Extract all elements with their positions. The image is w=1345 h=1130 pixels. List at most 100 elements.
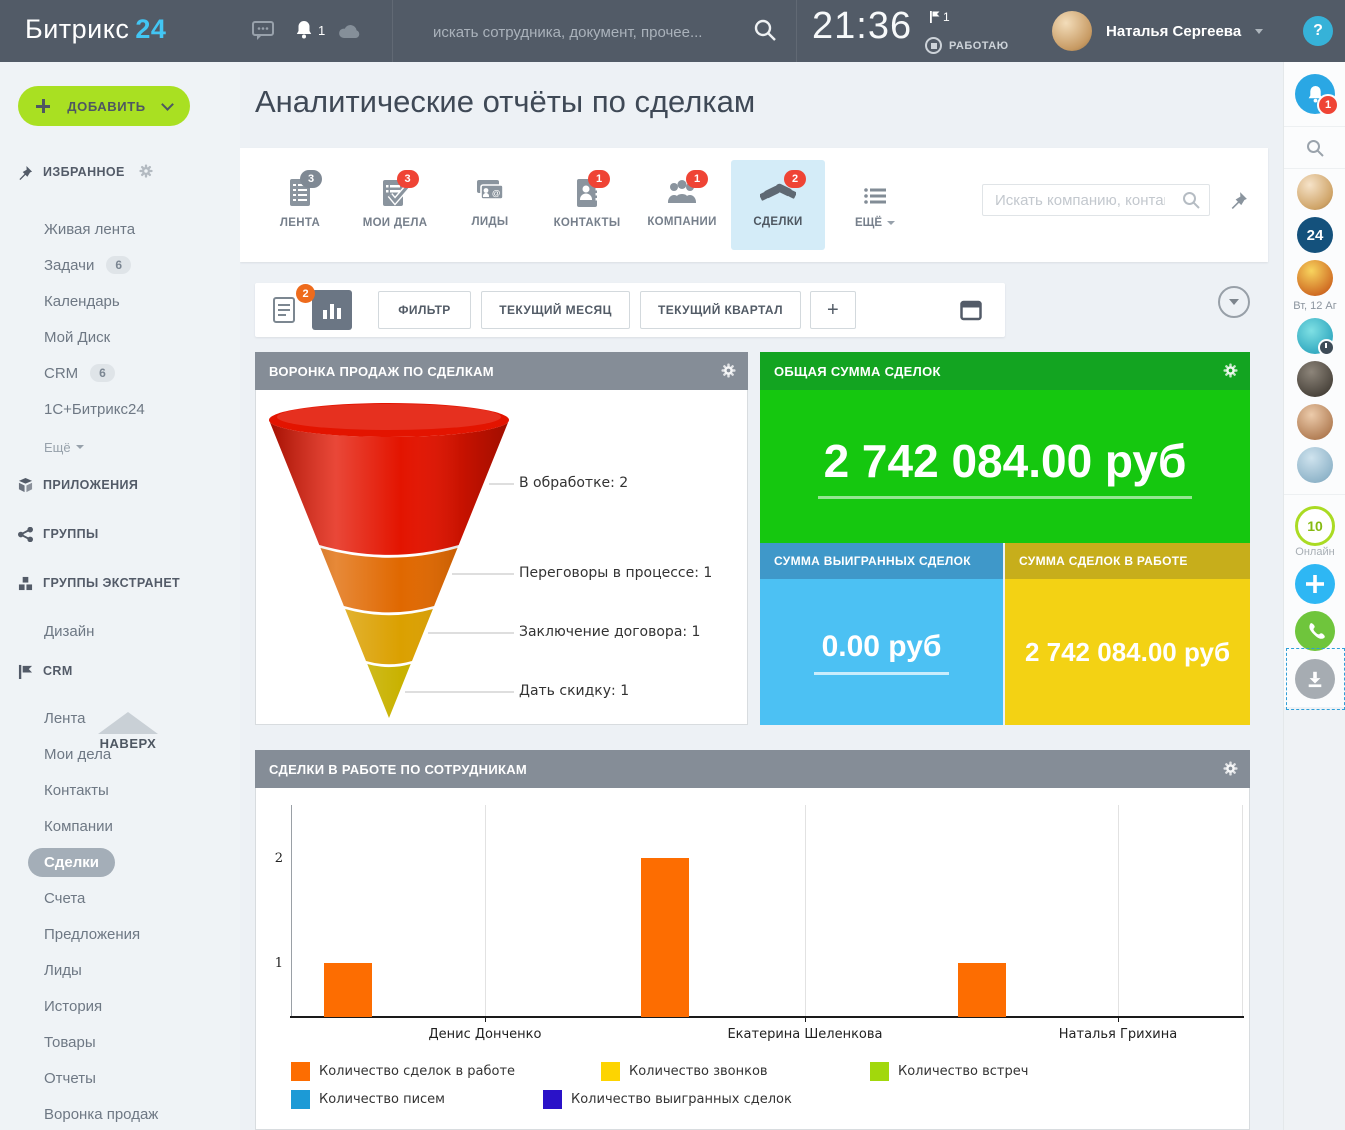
funnel-stage-label-1: Переговоры в процессе: 1 <box>519 565 712 581</box>
widget-title: СДЕЛКИ В РАБОТЕ ПО СОТРУДНИКАМ <box>269 762 527 777</box>
section-title: ГРУППЫ ЭКСТРАНЕТ <box>43 576 180 590</box>
sidebar-item-1c-bitrix24[interactable]: 1С+Битрикс24 <box>0 391 240 427</box>
chat-icon[interactable] <box>252 21 274 41</box>
pin-icon <box>18 165 33 180</box>
search-icon[interactable] <box>752 17 778 48</box>
rail-add-button[interactable] <box>1295 564 1335 604</box>
y-tick-label: 1 <box>267 956 283 971</box>
global-search-input[interactable] <box>431 16 735 48</box>
rail-phone-button[interactable] <box>1295 611 1335 651</box>
gear-icon[interactable] <box>1223 761 1238 779</box>
blocks-icon <box>18 576 33 591</box>
list-view-toggle[interactable] <box>273 297 295 328</box>
filter-button[interactable]: ФИЛЬТР <box>378 291 471 329</box>
sidebar-section-extranet[interactable]: ГРУППЫ ЭКСТРАНЕТ <box>0 573 240 593</box>
sidebar-section-crm[interactable]: CRM <box>0 661 240 681</box>
x-category-label: Наталья Грихина <box>1008 1027 1228 1042</box>
contact-avatar[interactable] <box>1297 361 1333 397</box>
sidebar-item-leads[interactable]: Лиды <box>0 952 240 988</box>
rail-notifications-button[interactable]: 1 <box>1295 74 1335 114</box>
notifications-bell[interactable]: 1 <box>295 20 325 40</box>
phone-icon <box>1305 621 1325 641</box>
sidebar-item-design[interactable]: Дизайн <box>0 613 240 649</box>
current-quarter-button[interactable]: ТЕКУЩИЙ КВАРТАЛ <box>640 291 801 329</box>
funnel-widget: ВОРОНКА ПРОДАЖ ПО СДЕЛКАМ <box>255 352 748 725</box>
crm-search-input[interactable] <box>993 189 1167 211</box>
user-menu[interactable]: Наталья Сергеева <box>1052 11 1263 51</box>
logo-text: Битрикс <box>25 14 129 44</box>
cloud-icon[interactable] <box>338 23 360 39</box>
planner-flag[interactable]: 1 <box>930 10 950 24</box>
pin-icon[interactable] <box>1230 190 1248 215</box>
sidebar-item-sales-funnel[interactable]: Воронка продаж <box>0 1096 240 1130</box>
back-to-top-button[interactable]: НАВЕРХ <box>88 712 168 751</box>
item-label: Предложения <box>44 926 140 943</box>
tab-more[interactable]: ЕЩЁ <box>835 188 915 229</box>
contact-avatar[interactable] <box>1297 260 1333 296</box>
add-filter-button[interactable]: + <box>810 291 856 329</box>
help-button[interactable]: ? <box>1303 16 1333 46</box>
sidebar-item-contacts[interactable]: Контакты <box>0 772 240 808</box>
work-status-toggle[interactable]: РАБОТАЮ <box>925 37 1009 54</box>
logo[interactable]: Битрикс24 <box>25 14 166 45</box>
sidebar-item-live-feed[interactable]: Живая лента <box>0 211 240 247</box>
calendar-icon[interactable] <box>960 299 982 326</box>
chevron-down-icon <box>1255 29 1263 34</box>
sidebar-item-quotes[interactable]: Предложения <box>0 916 240 952</box>
chevron-down-icon <box>887 221 895 225</box>
tab-leads[interactable]: @ ЛИДЫ <box>443 160 537 250</box>
stop-icon <box>925 37 942 54</box>
gear-icon[interactable] <box>721 363 736 381</box>
sidebar: ДОБАВИТЬ ИЗБРАННОЕ Живая лента Задачи6 К… <box>0 62 240 1130</box>
total-sum-value[interactable]: 2 742 084.00 руб <box>818 434 1193 499</box>
contact-avatar[interactable] <box>1297 447 1333 483</box>
tab-contacts[interactable]: 1 КОНТАКТЫ <box>540 160 634 250</box>
sidebar-item-my-disk[interactable]: Мой Диск <box>0 319 240 355</box>
chart-view-toggle-selected[interactable] <box>312 290 352 330</box>
online-users-button[interactable]: 10 <box>1295 506 1335 546</box>
contact-avatar[interactable] <box>1297 404 1333 440</box>
current-month-button[interactable]: ТЕКУЩИЙ МЕСЯЦ <box>481 291 630 329</box>
search-icon[interactable] <box>1181 190 1201 215</box>
contact-avatar[interactable] <box>1297 318 1333 354</box>
sidebar-item-products[interactable]: Товары <box>0 1024 240 1060</box>
sidebar-item-invoices[interactable]: Счета <box>0 880 240 916</box>
sidebar-item-companies[interactable]: Компании <box>0 808 240 844</box>
add-button[interactable]: ДОБАВИТЬ <box>18 86 190 126</box>
sidebar-item-crm[interactable]: CRM6 <box>0 355 240 391</box>
sidebar-item-deals-selected[interactable]: Сделки <box>0 844 240 880</box>
main-content: Аналитические отчёты по сделкам 3 ЛЕНТА … <box>240 62 1283 1130</box>
tab-my-activities[interactable]: 3 МОИ ДЕЛА <box>348 160 442 250</box>
widget-title: ВОРОНКА ПРОДАЖ ПО СДЕЛКАМ <box>269 364 494 379</box>
collapse-report-button[interactable] <box>1218 286 1250 318</box>
view-badge: 2 <box>296 284 315 303</box>
won-widget-body: 0.00 руб <box>760 579 1003 725</box>
messenger-24-badge[interactable]: 24 <box>1297 217 1333 253</box>
sidebar-item-reports[interactable]: Отчеты <box>0 1060 240 1096</box>
plus-icon <box>1306 575 1324 593</box>
feed-icon: 3 <box>288 178 312 212</box>
sidebar-item-calendar[interactable]: Календарь <box>0 283 240 319</box>
sidebar-section-apps[interactable]: ПРИЛОЖЕНИЯ <box>0 475 240 495</box>
sidebar-item-tasks[interactable]: Задачи6 <box>0 247 240 283</box>
employee-widget-header: СДЕЛКИ В РАБОТЕ ПО СОТРУДНИКАМ <box>255 750 1250 788</box>
badge-24-label: 24 <box>1307 227 1324 244</box>
work-widget-header: СУММА СДЕЛОК В РАБОТЕ <box>1005 543 1250 579</box>
sidebar-item-history[interactable]: История <box>0 988 240 1024</box>
won-sum-value[interactable]: 0.00 руб <box>814 630 950 675</box>
gear-icon[interactable] <box>1223 363 1238 381</box>
sidebar-more[interactable]: Ещё <box>0 435 240 459</box>
legend-item: Количество звонков <box>601 1060 768 1082</box>
tab-companies[interactable]: 1 КОМПАНИИ <box>635 160 729 250</box>
rail-download-button[interactable] <box>1295 659 1335 699</box>
sidebar-section-favorites[interactable]: ИЗБРАННОЕ <box>0 162 240 182</box>
bar-2 <box>641 858 689 1017</box>
contact-avatar[interactable] <box>1297 174 1333 210</box>
tab-feed[interactable]: 3 ЛЕНТА <box>253 160 347 250</box>
clock[interactable]: 21:36 <box>812 5 912 48</box>
tab-deals-selected[interactable]: 2 СДЕЛКИ <box>731 160 825 250</box>
x-category-label: Денис Донченко <box>375 1027 595 1042</box>
gear-icon[interactable] <box>139 164 153 181</box>
sidebar-section-groups[interactable]: ГРУППЫ <box>0 524 240 544</box>
rail-search-button[interactable] <box>1295 136 1335 160</box>
